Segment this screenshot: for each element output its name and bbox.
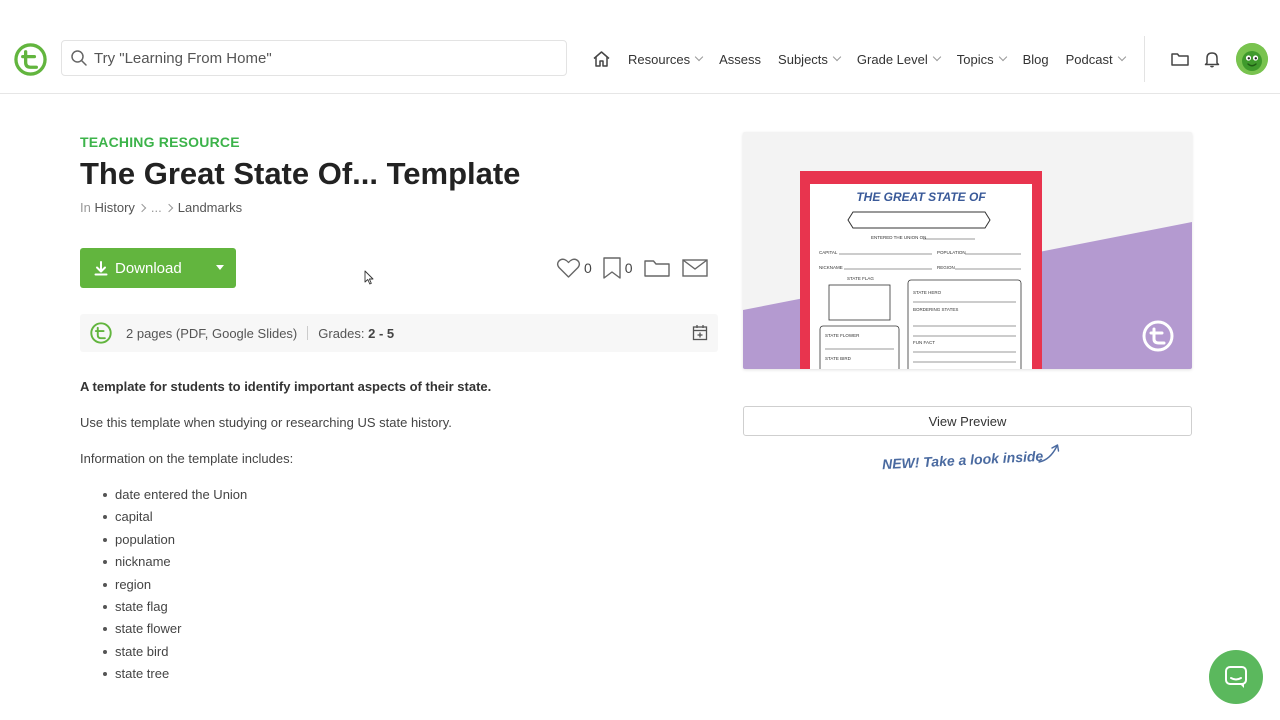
nav-assess[interactable]: Assess	[719, 52, 761, 67]
list-item: region	[103, 576, 247, 598]
list-item: capital	[103, 508, 247, 530]
download-icon	[94, 260, 108, 276]
nav-resources[interactable]: Resources	[628, 52, 704, 67]
grades-label: Grades:	[318, 325, 365, 341]
home-link[interactable]	[592, 49, 612, 69]
view-preview-button[interactable]: View Preview	[743, 406, 1192, 436]
bookmark-icon	[603, 257, 621, 279]
twinkl-logo-icon[interactable]	[14, 43, 47, 76]
new-take-a-look-note: NEW! Take a look inside	[881, 447, 1044, 473]
description-intro: Information on the template includes:	[80, 451, 294, 466]
list-item: population	[103, 531, 247, 553]
worksheet-state-flower-label: STATE FLOWER	[825, 333, 860, 338]
breadcrumb-prefix: In	[80, 200, 91, 215]
info-separator	[307, 326, 309, 340]
chevron-down-icon	[832, 52, 842, 62]
add-to-calendar-icon[interactable]	[692, 324, 708, 341]
list-item: date entered the Union	[103, 486, 247, 508]
share-email-button[interactable]	[681, 257, 709, 279]
breadcrumb-landmarks[interactable]: Landmarks	[178, 200, 242, 215]
mouse-cursor-icon	[364, 270, 374, 285]
list-item: nickname	[103, 553, 247, 575]
nav-blog[interactable]: Blog	[1023, 52, 1049, 67]
grades-value: 2 - 5	[368, 325, 395, 341]
chevron-right-icon	[164, 203, 174, 212]
twinkl-small-logo-icon	[90, 322, 112, 344]
nav-subjects[interactable]: Subjects	[778, 52, 842, 67]
heart-icon	[556, 258, 581, 278]
page-title: The Great State Of... Template	[80, 156, 521, 191]
worksheet-entered-label: ENTERED THE UNION ON	[871, 235, 926, 240]
main-nav: Resources Assess Subjects Grade Level To…	[592, 47, 1142, 71]
nav-podcast[interactable]: Podcast	[1066, 52, 1126, 67]
chevron-right-icon	[137, 203, 147, 212]
worksheet-title: THE GREAT STATE OF	[856, 190, 986, 204]
nav-topics[interactable]: Topics	[957, 52, 1007, 67]
preview-illustration: THE GREAT STATE OF ENTERED THE UNION ON …	[743, 171, 1192, 369]
worksheet-state-flag-label: STATE FLAG	[847, 276, 874, 281]
resource-type-label: TEACHING RESOURCE	[80, 134, 240, 150]
search-icon	[71, 50, 87, 66]
list-item: state bird	[103, 643, 247, 665]
chevron-down-icon	[998, 52, 1007, 62]
save-button[interactable]: 0	[602, 256, 633, 280]
search-input[interactable]	[94, 49, 534, 67]
chevron-down-icon	[932, 52, 941, 62]
list-item: state tree	[103, 665, 247, 687]
description-lead: A template for students to identify impo…	[80, 379, 492, 394]
like-count: 0	[584, 260, 592, 276]
resource-preview-image[interactable]: THE GREAT STATE OF ENTERED THE UNION ON …	[743, 132, 1192, 369]
folder-icon[interactable]	[1170, 49, 1190, 69]
search-box[interactable]	[61, 40, 567, 76]
worksheet-nickname-label: NICKNAME	[819, 265, 843, 270]
home-icon	[593, 51, 610, 67]
includes-list: date entered the Union capital populatio…	[103, 486, 247, 688]
resource-actions: 0 0	[556, 254, 719, 282]
chat-icon	[1225, 666, 1247, 688]
worksheet-bordering-label: BORDERING STATES	[913, 307, 958, 312]
avatar[interactable]	[1236, 43, 1268, 75]
add-to-folder-button[interactable]	[643, 257, 671, 279]
nav-grade-level[interactable]: Grade Level	[857, 52, 941, 67]
like-button[interactable]: 0	[556, 257, 592, 279]
save-count: 0	[624, 260, 633, 276]
worksheet-fun-fact-label: FUN FACT	[913, 340, 935, 345]
breadcrumb: In History ... Landmarks	[80, 200, 242, 215]
worksheet-state-bird-label: STATE BIRD	[825, 356, 852, 361]
chat-launcher-button[interactable]	[1209, 650, 1263, 704]
chevron-down-icon	[694, 52, 704, 62]
arrow-icon	[1038, 444, 1060, 463]
envelope-icon	[681, 259, 708, 277]
download-options-caret-icon[interactable]	[216, 265, 224, 270]
list-item: state flag	[103, 598, 247, 620]
download-label: Download	[115, 259, 182, 277]
description-usage: Use this template when studying or resea…	[80, 415, 452, 430]
site-header: Resources Assess Subjects Grade Level To…	[0, 0, 1280, 94]
resource-info-bar: 2 pages (PDF, Google Slides) Grades: 2 -…	[80, 314, 718, 352]
chevron-down-icon	[1117, 52, 1126, 62]
header-divider	[1144, 36, 1145, 82]
breadcrumb-history[interactable]: History	[94, 200, 134, 215]
download-button[interactable]: Download	[80, 248, 236, 288]
avatar-icon	[1236, 43, 1268, 75]
worksheet-capital-label: CAPITAL	[819, 250, 838, 255]
breadcrumb-ellipsis[interactable]: ...	[151, 200, 162, 215]
folder-icon	[643, 260, 670, 277]
list-item: state flower	[103, 620, 247, 642]
worksheet-population-label: POPULATION	[937, 250, 966, 255]
page-count: 2 pages (PDF, Google Slides)	[126, 325, 298, 341]
worksheet-state-hero-label: STATE HERO	[913, 290, 942, 295]
bell-icon[interactable]	[1202, 49, 1222, 69]
worksheet-region-label: REGION	[937, 265, 955, 270]
